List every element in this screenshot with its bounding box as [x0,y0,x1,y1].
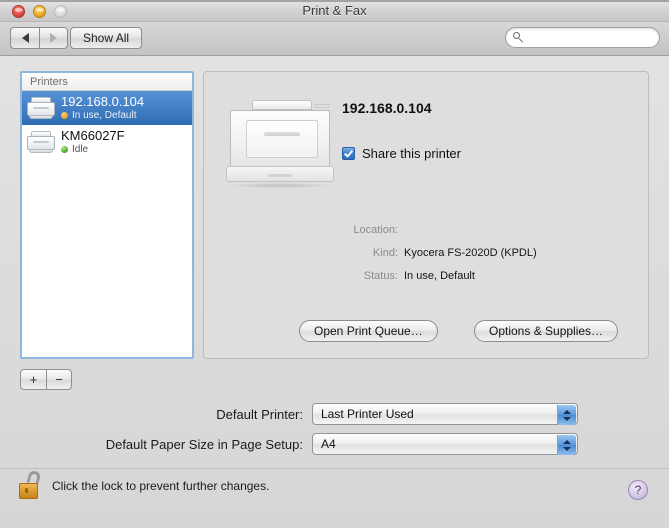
back-button[interactable] [10,27,39,49]
preferences-content: Printers 192.168.0.104 In use, Default K… [0,56,669,528]
status-value: In use, Default [404,270,475,282]
share-printer-row[interactable]: Share this printer [342,146,461,161]
footer-divider [0,468,669,469]
share-printer-checkbox[interactable] [342,147,355,160]
printer-icon [26,95,56,121]
printer-status-text: Idle [72,144,89,155]
printer-name: KM66027F [61,128,125,143]
status-dot-icon [61,146,68,153]
remove-printer-button[interactable]: − [46,369,72,390]
default-printer-value: Last Printer Used [321,407,414,421]
default-printer-label: Default Printer: [216,406,303,422]
printer-status: Idle [61,143,125,156]
print-and-fax-window: Print & Fax Show All Printers 192.168.0.… [0,0,669,528]
default-paper-size-select[interactable]: A4 [312,433,578,455]
default-paper-size-row: Default Paper Size in Page Setup: A4 [0,433,649,455]
status-label: Status: [363,270,398,282]
forward-button [39,27,68,49]
printer-title: 192.168.0.104 [342,100,432,116]
lock-hint-text: Click the lock to prevent further change… [52,479,270,493]
printer-status-text: In use, Default [72,110,137,121]
kind-value: Kyocera FS-2020D (KPDL) [404,247,537,259]
default-printer-select[interactable]: Last Printer Used [312,403,578,425]
printer-status: In use, Default [61,109,144,122]
titlebar-top-edge [0,0,669,2]
default-paper-size-value: A4 [321,437,336,451]
info-row-location: Location: [204,224,648,236]
kind-label: Kind: [372,247,398,259]
search-field[interactable] [505,27,660,48]
lock-icon[interactable] [17,469,43,501]
window-titlebar: Print & Fax [0,0,669,22]
preferences-toolbar: Show All [0,22,669,56]
stepper-arrows-icon[interactable] [557,405,576,425]
page-title: Print & Fax [302,3,367,18]
chevron-right-icon [50,33,57,43]
list-item[interactable]: KM66027F Idle [22,125,192,159]
printer-list-header: Printers [22,73,192,91]
open-print-queue-button[interactable]: Open Print Queue… [299,320,438,342]
default-printer-row: Default Printer: Last Printer Used [0,403,649,425]
printer-icon [26,129,56,155]
printer-illustration-icon [224,94,336,192]
info-row-kind: Kind: Kyocera FS-2020D (KPDL) [204,247,648,259]
help-button[interactable]: ? [628,480,648,500]
stepper-arrows-icon[interactable] [557,435,576,455]
printer-list[interactable]: Printers 192.168.0.104 In use, Default K… [20,71,194,359]
info-row-status: Status: In use, Default [204,270,648,282]
default-paper-size-label: Default Paper Size in Page Setup: [105,436,303,452]
navigation-buttons [10,27,68,49]
share-printer-label: Share this printer [362,146,461,161]
printer-name: 192.168.0.104 [61,94,145,109]
show-all-button[interactable]: Show All [70,27,143,49]
location-label: Location: [353,224,398,236]
add-remove-printer-buttons: + − [20,369,72,390]
status-dot-icon [61,112,68,119]
checkmark-icon [344,148,353,158]
chevron-left-icon [21,33,29,43]
printer-detail-panel: 192.168.0.104 Share this printer Locatio… [203,71,649,359]
add-printer-button[interactable]: + [20,369,46,390]
list-item[interactable]: 192.168.0.104 In use, Default [22,91,192,125]
search-icon [513,32,524,43]
search-input[interactable] [524,31,648,44]
options-and-supplies-button[interactable]: Options & Supplies… [474,320,619,342]
